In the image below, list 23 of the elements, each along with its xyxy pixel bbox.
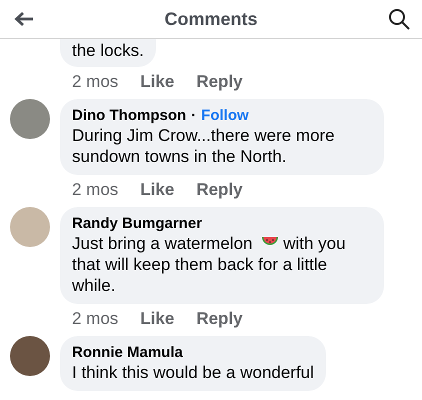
comment-time: 2 mos <box>72 309 118 329</box>
comment-time: 2 mos <box>72 180 118 200</box>
follow-link[interactable]: Follow <box>201 107 249 124</box>
comment-text: I think this would be a wonderful <box>72 362 314 383</box>
avatar-photo[interactable] <box>10 336 50 376</box>
reply-link[interactable]: Reply <box>196 180 243 200</box>
separator-dot: · <box>191 107 196 124</box>
like-link[interactable]: Like <box>140 309 174 329</box>
comment-text: Just bring a watermelon with you that will keep them back for a little while. <box>72 233 347 296</box>
search-icon[interactable] <box>388 8 410 30</box>
like-link[interactable]: Like <box>140 180 174 200</box>
page-title: Comments <box>164 8 258 30</box>
back-arrow-icon[interactable] <box>14 11 34 27</box>
reply-link[interactable]: Reply <box>196 72 243 92</box>
commenter-name[interactable]: Randy Bumgarner <box>72 215 202 232</box>
commenter-name[interactable]: Ronnie Mamula <box>72 344 183 361</box>
comment-time: 2 mos <box>72 72 118 92</box>
commenter-name[interactable]: Dino Thompson <box>72 107 186 124</box>
comment-text: During Jim Crow...there were more sundown towns in the North. <box>72 125 336 167</box>
avatar-photo[interactable] <box>10 99 50 139</box>
reply-link[interactable]: Reply <box>196 309 243 329</box>
comment-text: the locks. <box>72 40 144 61</box>
like-link[interactable]: Like <box>140 72 174 92</box>
